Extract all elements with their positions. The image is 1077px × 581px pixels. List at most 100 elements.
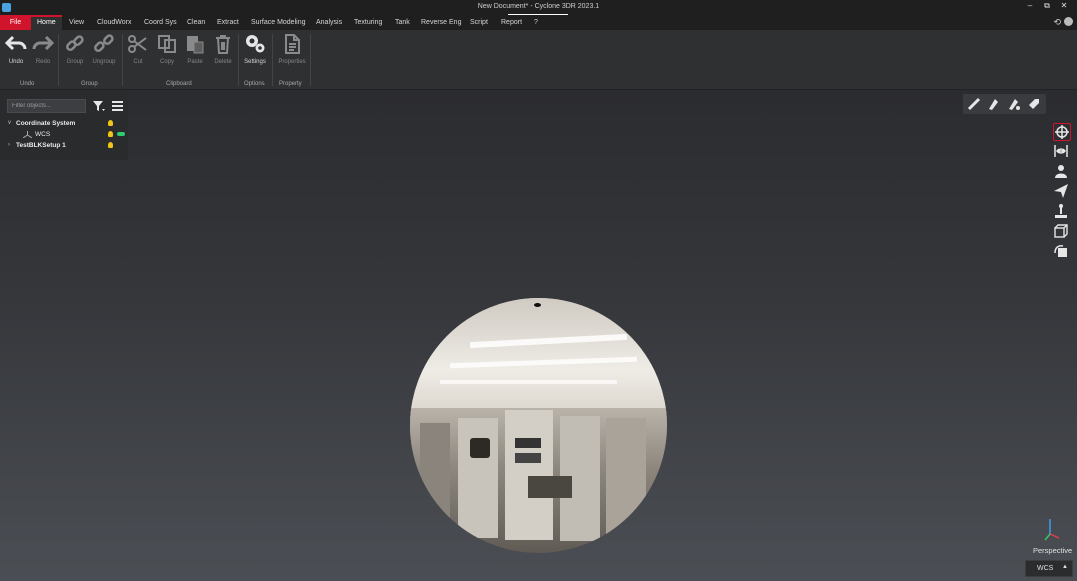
fly-mode-button[interactable]: [1053, 183, 1071, 201]
paste-icon: [187, 36, 204, 54]
tab-report[interactable]: Report: [501, 15, 522, 30]
tab-texturing[interactable]: Texturing: [354, 15, 382, 30]
filter-icon[interactable]: [92, 99, 106, 113]
rotate-box-icon: [1054, 245, 1067, 257]
project-tree-panel: v Coordinate System WCS › TestBLKSetup 1: [0, 90, 128, 160]
tab-reverse-eng[interactable]: Reverse Eng: [421, 15, 461, 30]
panoramic-sphere[interactable]: [410, 298, 667, 553]
axis-gizmo-icon: [1044, 519, 1060, 541]
person-icon: [1055, 165, 1067, 178]
redo-label: Redo: [35, 59, 51, 65]
visibility-bulb-icon[interactable]: [108, 131, 113, 137]
account-area[interactable]: ⟲: [1053, 17, 1073, 28]
tab-script[interactable]: Script: [470, 15, 488, 30]
cut-label: Cut: [133, 59, 143, 65]
ribbon-tab-bar: File Home View CloudWorx Coord Sys Clean…: [0, 15, 1077, 30]
tab-analysis[interactable]: Analysis: [316, 15, 342, 30]
projection-label[interactable]: Perspective: [1033, 546, 1072, 555]
group-label-undo: Undo: [20, 81, 35, 87]
window-title: New Document* - Cyclone 3DR 2023.1: [0, 3, 1077, 15]
crosshair-icon: [1055, 125, 1069, 139]
delete-label: Delete: [214, 59, 232, 65]
group-button[interactable]: Group: [62, 33, 88, 65]
link-icon: [66, 35, 84, 51]
tab-clean[interactable]: Clean: [187, 15, 205, 30]
ribbon: Undo Redo Group Ungroup Cut Copy Paste D…: [0, 30, 1077, 90]
ruler-icon[interactable]: [967, 97, 981, 111]
filter-objects-input[interactable]: [7, 99, 86, 113]
copy-button[interactable]: Copy: [154, 33, 180, 65]
active-toggle[interactable]: [117, 132, 125, 136]
tree-item-wcs[interactable]: WCS: [35, 131, 50, 138]
undo-button[interactable]: Undo: [3, 33, 29, 65]
view-cube-button[interactable]: [1053, 223, 1071, 241]
tab-tank[interactable]: Tank: [395, 15, 410, 30]
axis-frame-icon: [23, 131, 32, 138]
properties-button[interactable]: Properties: [278, 33, 306, 65]
walk-mode-button[interactable]: [1053, 203, 1071, 221]
cube-icon: [1054, 224, 1068, 238]
redo-icon: [32, 35, 54, 51]
tab-extract[interactable]: Extract: [217, 15, 239, 30]
label-tag-icon[interactable]: [1027, 97, 1041, 111]
title-bar: New Document* - Cyclone 3DR 2023.1 – ⧉ ✕: [0, 0, 1077, 15]
user-avatar-icon[interactable]: [1064, 17, 1073, 26]
cut-button[interactable]: Cut: [125, 33, 151, 65]
3d-viewport[interactable]: [0, 90, 1077, 581]
paper-plane-icon: [1054, 184, 1068, 198]
navigate-orbit-button[interactable]: [1053, 123, 1071, 141]
person-view-button[interactable]: [1053, 163, 1071, 181]
minimize-button[interactable]: –: [1021, 1, 1039, 13]
copy-label: Copy: [159, 59, 174, 65]
chevron-up-icon: ▲: [1062, 564, 1068, 570]
coord-system-value: WCS: [1037, 565, 1054, 572]
group-label: Group: [66, 59, 84, 65]
tree-item-coordinate-system[interactable]: Coordinate System: [16, 120, 75, 127]
unlink-icon: [94, 34, 114, 52]
tab-coord-sys[interactable]: Coord Sys: [144, 15, 177, 30]
tab-help[interactable]: ?: [534, 15, 538, 30]
ungroup-label: Ungroup: [92, 59, 116, 65]
collapse-caret-icon[interactable]: v: [8, 120, 11, 126]
tab-file[interactable]: File: [0, 15, 31, 30]
paste-label: Paste: [187, 59, 203, 65]
close-button[interactable]: ✕: [1055, 1, 1073, 13]
joystick-icon: [1055, 204, 1067, 218]
ungroup-button[interactable]: Ungroup: [91, 33, 117, 65]
coordinate-system-dropdown[interactable]: WCS ▲: [1025, 560, 1073, 577]
tab-surface-modeling[interactable]: Surface Modeling: [251, 15, 305, 30]
delete-button[interactable]: Delete: [210, 33, 236, 65]
group-label-options: Options: [244, 81, 265, 87]
app-window: New Document* - Cyclone 3DR 2023.1 – ⧉ ✕…: [0, 0, 1077, 581]
tab-home[interactable]: Home: [31, 15, 62, 30]
settings-button[interactable]: Settings: [242, 33, 268, 65]
undo-icon: [5, 35, 27, 51]
pick-point-icon[interactable]: [987, 97, 1001, 111]
tab-cloudworx[interactable]: CloudWorx: [97, 15, 132, 30]
refresh-icon[interactable]: ⟲: [1053, 17, 1061, 27]
group-label-property: Property: [279, 81, 302, 87]
scissors-icon: [128, 35, 147, 53]
visibility-bulb-icon[interactable]: [108, 142, 113, 148]
measure-toolstrip: [963, 94, 1046, 114]
group-label-group: Group: [81, 81, 98, 87]
undo-label: Undo: [8, 59, 24, 65]
paste-button[interactable]: Paste: [182, 33, 208, 65]
fit-width-icon: [1054, 145, 1068, 157]
expand-caret-icon[interactable]: ›: [8, 142, 10, 148]
trash-icon: [216, 35, 230, 54]
tree-item-testblksetup[interactable]: TestBLKSetup 1: [16, 142, 66, 149]
copy-icon: [158, 35, 176, 53]
rotate-object-button[interactable]: [1053, 243, 1071, 261]
group-label-clipboard: Clipboard: [166, 81, 192, 87]
list-options-icon[interactable]: [111, 99, 125, 113]
pick-multi-icon[interactable]: [1007, 97, 1021, 111]
tab-view[interactable]: View: [69, 15, 84, 30]
gear-icon: [246, 35, 265, 53]
redo-button[interactable]: Redo: [30, 33, 56, 65]
visibility-bulb-icon[interactable]: [108, 120, 113, 126]
restore-button[interactable]: ⧉: [1038, 1, 1056, 13]
properties-label: Properties: [278, 59, 306, 65]
document-icon: [285, 34, 300, 54]
fit-view-button[interactable]: [1053, 143, 1071, 161]
